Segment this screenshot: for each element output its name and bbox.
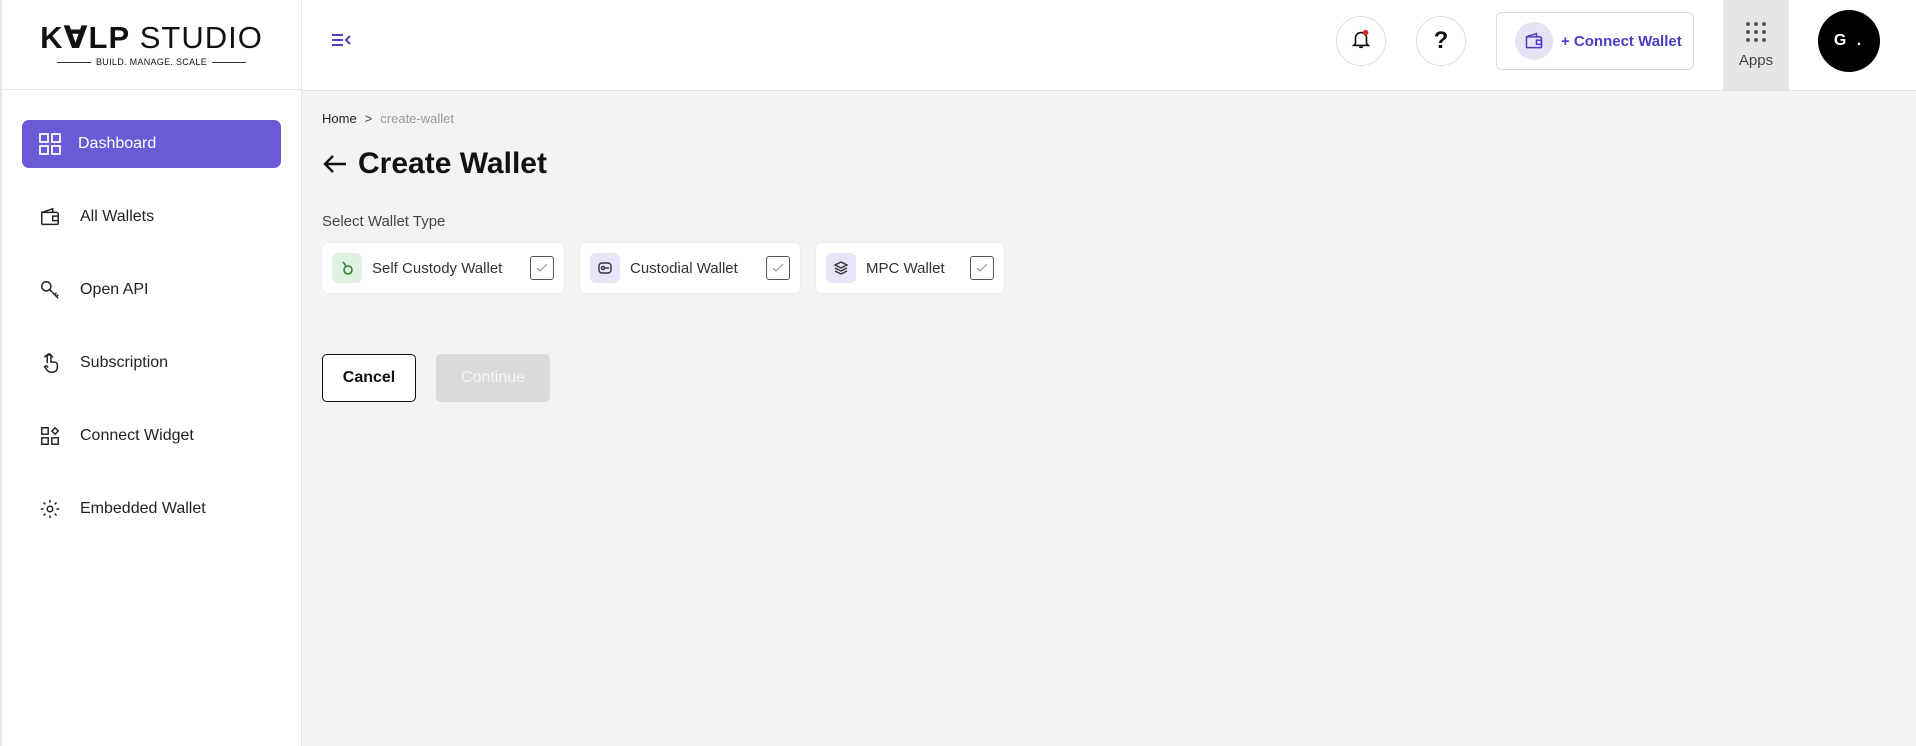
connect-wallet-label: + Connect Wallet	[1561, 32, 1682, 50]
connect-wallet-button[interactable]: + Connect Wallet	[1496, 12, 1694, 70]
sidebar: K∀LP STUDIO BUILD. MANAGE. SCALE Dashboa…	[0, 0, 302, 746]
self-custody-icon	[332, 253, 362, 283]
help-button[interactable]: ?	[1416, 16, 1466, 66]
wallet-option-self-custody[interactable]: Self Custody Wallet	[322, 243, 564, 293]
sidebar-item-embedded-wallet[interactable]: Embedded Wallet	[22, 485, 281, 533]
sidebar-item-dashboard[interactable]: Dashboard	[22, 120, 281, 168]
title-row: Create Wallet	[322, 147, 547, 181]
sidebar-item-label: Subscription	[80, 354, 169, 371]
wallet-option-label: Custodial Wallet	[630, 259, 738, 277]
sidebar-nav: Dashboard All Wallets Open API Subscript…	[2, 90, 301, 533]
wallet-icon	[1515, 22, 1553, 60]
logo-tagline: BUILD. MANAGE. SCALE	[56, 57, 247, 67]
breadcrumb: Home > create-wallet	[322, 111, 454, 126]
back-arrow-icon[interactable]	[322, 151, 348, 177]
tagline-text: BUILD. MANAGE. SCALE	[95, 57, 208, 67]
form-actions: Cancel Continue	[322, 354, 550, 402]
checkbox-custodial[interactable]	[766, 256, 790, 280]
sidebar-item-all-wallets[interactable]: All Wallets	[22, 193, 281, 241]
wallet-option-label: Self Custody Wallet	[372, 259, 503, 277]
logo-name-light: STUDIO	[139, 20, 263, 55]
sidebar-item-subscription[interactable]: Subscription	[22, 339, 281, 387]
breadcrumb-home[interactable]: Home	[322, 111, 357, 126]
notifications-button[interactable]	[1336, 16, 1386, 66]
breadcrumb-separator: >	[364, 111, 373, 126]
help-icon: ?	[1433, 27, 1449, 54]
page-title: Create Wallet	[358, 147, 547, 180]
wallet-option-mpc[interactable]: MPC Wallet	[816, 243, 1004, 293]
wallet-icon	[38, 205, 62, 229]
logo-name-bold: K∀LP	[40, 20, 131, 55]
layers-icon	[826, 253, 856, 283]
continue-button[interactable]: Continue	[436, 354, 550, 402]
wallet-option-label: MPC Wallet	[866, 259, 945, 277]
hand-pointer-icon	[38, 351, 62, 375]
apps-launcher[interactable]: Apps	[1723, 0, 1789, 90]
logo-text: K∀LP STUDIO	[40, 22, 263, 54]
menu-collapse-icon[interactable]	[330, 30, 354, 50]
apps-label: Apps	[1738, 52, 1774, 69]
bell-icon	[1350, 28, 1372, 55]
sidebar-item-label: Embedded Wallet	[80, 500, 206, 517]
wallet-option-custodial[interactable]: Custodial Wallet	[580, 243, 800, 293]
sidebar-item-label: Open API	[80, 281, 149, 298]
top-header: ? + Connect Wallet Apps G .	[302, 0, 1916, 91]
section-label: Select Wallet Type	[322, 213, 446, 230]
apps-grid-icon	[1745, 21, 1767, 48]
gear-cog-icon	[38, 497, 62, 521]
logo[interactable]: K∀LP STUDIO BUILD. MANAGE. SCALE	[2, 0, 301, 90]
wallet-type-options: Self Custody Wallet Custodial Wallet MPC…	[322, 243, 1004, 293]
sidebar-item-open-api[interactable]: Open API	[22, 266, 281, 314]
grid-icon	[38, 132, 62, 156]
sidebar-item-connect-widget[interactable]: Connect Widget	[22, 412, 281, 460]
custodial-icon	[590, 253, 620, 283]
sidebar-item-label: All Wallets	[80, 208, 155, 225]
sidebar-item-label: Connect Widget	[80, 427, 194, 444]
cancel-button[interactable]: Cancel	[322, 354, 416, 402]
key-icon	[38, 278, 62, 302]
checkbox-self-custody[interactable]	[530, 256, 554, 280]
sidebar-item-label: Dashboard	[78, 135, 157, 152]
avatar[interactable]: G .	[1818, 10, 1880, 72]
checkbox-mpc[interactable]	[970, 256, 994, 280]
widget-icon	[38, 424, 62, 448]
breadcrumb-current: create-wallet	[380, 111, 454, 126]
